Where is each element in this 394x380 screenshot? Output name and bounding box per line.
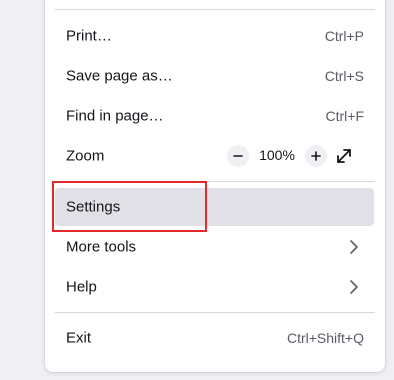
menu-separator xyxy=(55,9,375,10)
menu-item-find-in-page[interactable]: Find in page… Ctrl+F xyxy=(55,97,374,135)
highlight-box xyxy=(52,181,207,232)
menu-item-label: Save page as… xyxy=(66,67,173,85)
menu-item-save-page-as[interactable]: Save page as… Ctrl+S xyxy=(55,57,374,95)
menu-item-label: Print… xyxy=(66,27,112,45)
menu-item-label: Find in page… xyxy=(66,107,164,125)
menu-item-exit[interactable]: Exit Ctrl+Shift+Q xyxy=(55,319,374,357)
zoom-out-icon xyxy=(233,155,243,157)
menu-item-shortcut: Ctrl+F xyxy=(325,108,365,124)
menu-item-label: Exit xyxy=(66,329,92,347)
zoom-out-button[interactable] xyxy=(227,145,249,167)
menu-item-more-tools[interactable]: More tools xyxy=(55,228,374,266)
fullscreen-icon xyxy=(337,149,351,163)
menu-separator xyxy=(55,312,375,313)
menu-item-zoom: Zoom 100% xyxy=(55,137,374,175)
menu-item-label: Help xyxy=(66,278,97,296)
chevron-right-icon xyxy=(350,280,358,294)
zoom-in-button[interactable] xyxy=(305,145,327,167)
menu-item-shortcut: Ctrl+S xyxy=(324,68,364,84)
chevron-right-icon xyxy=(350,240,358,254)
menu-item-shortcut: Ctrl+P xyxy=(324,28,364,44)
menu-item-label: More tools xyxy=(66,238,137,256)
menu-item-help[interactable]: Help xyxy=(55,268,374,306)
zoom-level[interactable]: 100% xyxy=(253,147,301,163)
zoom-in-icon xyxy=(311,151,321,161)
zoom-label: Zoom xyxy=(66,147,105,165)
fullscreen-button[interactable] xyxy=(333,145,355,167)
menu-item-print[interactable]: Print… Ctrl+P xyxy=(55,17,374,55)
menu-item-shortcut: Ctrl+Shift+Q xyxy=(286,330,364,346)
